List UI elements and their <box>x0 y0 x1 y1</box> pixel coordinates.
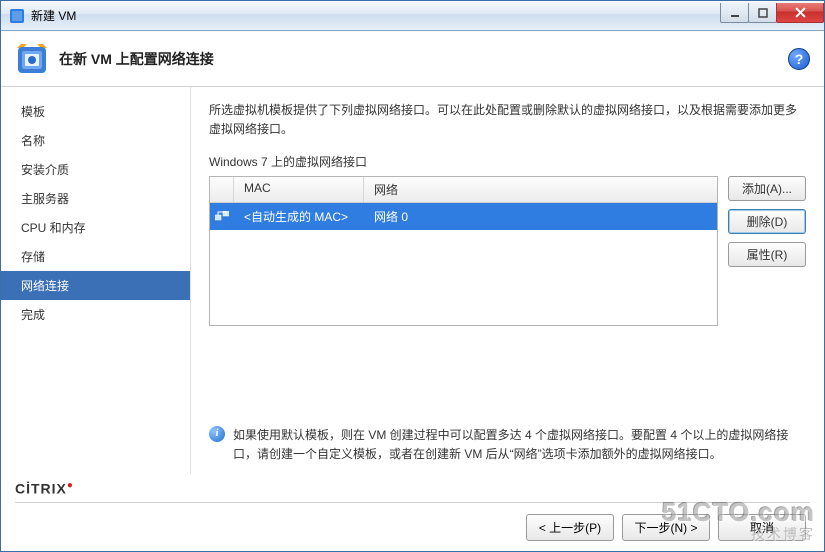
nav-networking[interactable]: 网络连接 <box>1 271 190 300</box>
nic-mac-value: <自动生成的 MAC> <box>234 206 364 227</box>
nic-network-value: 网络 0 <box>364 206 717 227</box>
nic-action-buttons: 添加(A)... 删除(D) 属性(R) <box>728 176 806 267</box>
nic-list-heading: Windows 7 上的虚拟网络接口 <box>209 153 806 170</box>
nic-table[interactable]: MAC 网络 <自动生成的 MAC> 网络 0 <box>209 176 718 326</box>
maximize-button[interactable] <box>748 3 777 23</box>
col-mac[interactable]: MAC <box>234 177 364 202</box>
wizard-body: 模板 名称 安装介质 主服务器 CPU 和内存 存储 网络连接 完成 所选虚拟机… <box>1 87 824 474</box>
info-icon: i <box>209 426 225 442</box>
wizard-window: 新建 VM 在新 VM 上配置网络连接 ? 模板 名称 安装介质 主服务器 CP… <box>0 0 825 552</box>
properties-nic-button[interactable]: 属性(R) <box>728 242 806 267</box>
wizard-nav: 模板 名称 安装介质 主服务器 CPU 和内存 存储 网络连接 完成 <box>1 87 191 474</box>
brand-bar: CİTRIX● <box>1 474 824 502</box>
wizard-header: 在新 VM 上配置网络连接 ? <box>1 31 824 87</box>
nav-home-server[interactable]: 主服务器 <box>1 184 190 213</box>
nic-table-header: MAC 网络 <box>210 177 717 203</box>
col-icon <box>210 177 234 202</box>
nav-cpu-memory[interactable]: CPU 和内存 <box>1 213 190 242</box>
wizard-nav-buttons: < 上一步(P) 下一步(N) > 取消 <box>1 503 824 551</box>
help-button[interactable]: ? <box>788 48 810 70</box>
next-button[interactable]: 下一步(N) > <box>622 514 710 541</box>
page-title: 在新 VM 上配置网络连接 <box>59 49 788 69</box>
nic-row[interactable]: <自动生成的 MAC> 网络 0 <box>210 203 717 230</box>
col-network[interactable]: 网络 <box>364 177 717 202</box>
citrix-logo: CİTRIX● <box>15 480 74 497</box>
content-pane: 所选虚拟机模板提供了下列虚拟网络接口。可以在此处配置或删除默认的虚拟网络接口，以… <box>191 87 824 474</box>
prev-button[interactable]: < 上一步(P) <box>526 514 614 541</box>
minimize-button[interactable] <box>720 3 749 23</box>
nav-install-media[interactable]: 安装介质 <box>1 155 190 184</box>
vm-icon <box>15 42 49 76</box>
nav-finish[interactable]: 完成 <box>1 300 190 329</box>
description-text: 所选虚拟机模板提供了下列虚拟网络接口。可以在此处配置或删除默认的虚拟网络接口，以… <box>209 101 806 139</box>
delete-nic-button[interactable]: 删除(D) <box>728 209 806 234</box>
info-text: 如果使用默认模板，则在 VM 创建过程中可以配置多达 4 个虚拟网络接口。要配置… <box>233 426 806 464</box>
cancel-button[interactable]: 取消 <box>718 514 806 541</box>
app-icon <box>9 8 25 24</box>
nav-storage[interactable]: 存储 <box>1 242 190 271</box>
add-nic-button[interactable]: 添加(A)... <box>728 176 806 201</box>
nic-icon <box>215 211 229 223</box>
close-button[interactable] <box>776 3 824 23</box>
nav-name[interactable]: 名称 <box>1 126 190 155</box>
window-title: 新建 VM <box>31 7 721 24</box>
window-buttons <box>721 3 824 23</box>
info-note: i 如果使用默认模板，则在 VM 创建过程中可以配置多达 4 个虚拟网络接口。要… <box>209 426 806 464</box>
title-bar[interactable]: 新建 VM <box>1 1 824 31</box>
nav-template[interactable]: 模板 <box>1 97 190 126</box>
